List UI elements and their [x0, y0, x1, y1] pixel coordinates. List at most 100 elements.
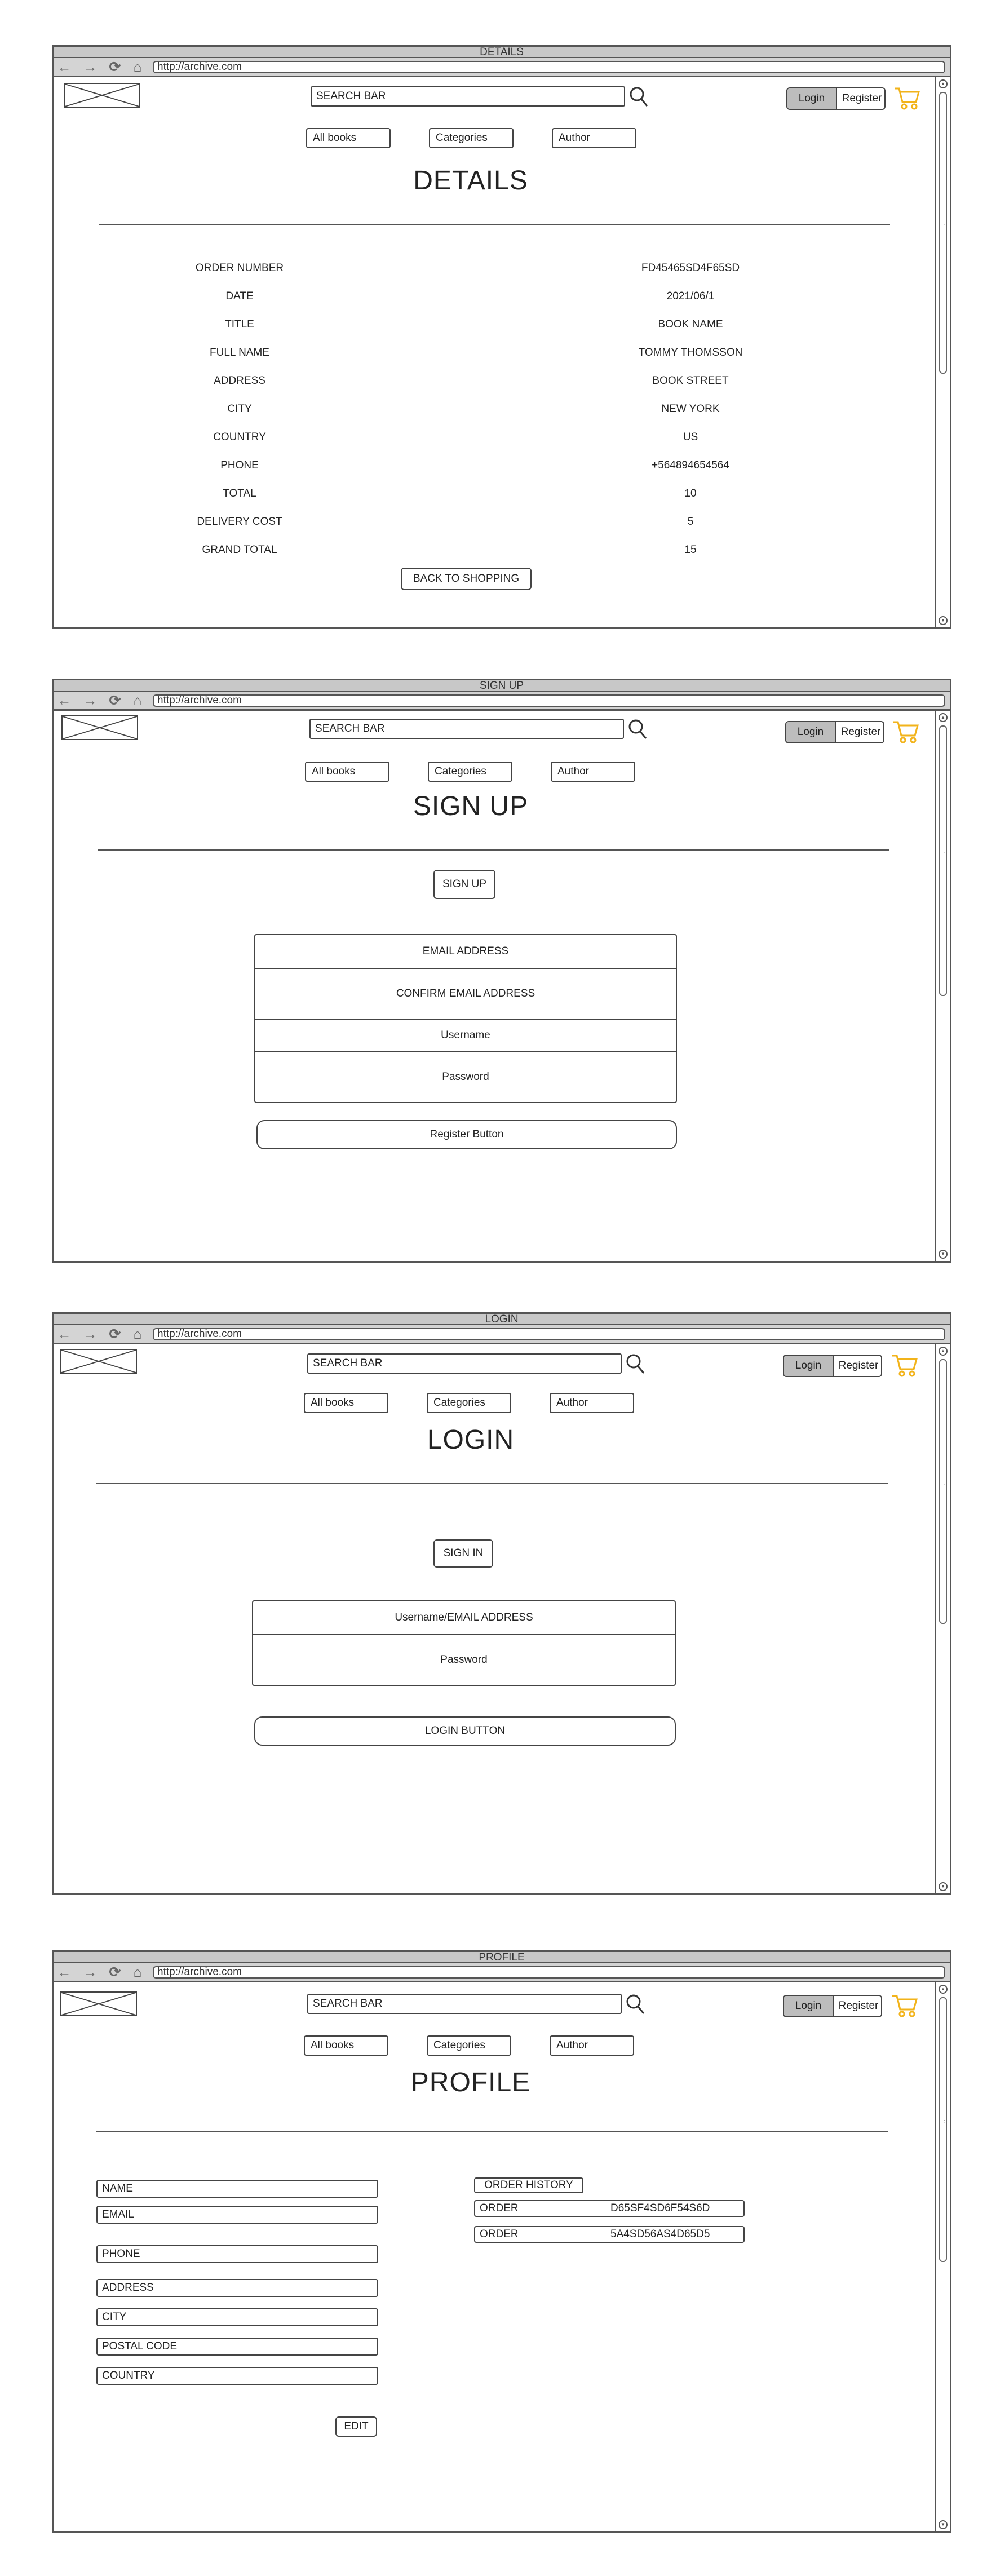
- search-icon[interactable]: [628, 85, 649, 108]
- profile-phone-field[interactable]: PHONE: [96, 2245, 378, 2263]
- cart-icon[interactable]: [891, 1994, 918, 2017]
- divider: [96, 2131, 888, 2132]
- scroll-down-icon[interactable]: ▼: [939, 2520, 948, 2529]
- register-button[interactable]: Register: [834, 1356, 881, 1376]
- cart-icon[interactable]: [893, 86, 920, 110]
- vertical-scrollbar[interactable]: ▲ ⋮ ▼: [935, 711, 950, 1261]
- arrow-left-icon[interactable]: ←: [57, 1327, 72, 1342]
- nav-categories[interactable]: Categories: [429, 128, 514, 148]
- scroll-up-icon[interactable]: ▲: [939, 79, 948, 88]
- vertical-scrollbar[interactable]: ▲ ⋮ ▼: [935, 1344, 950, 1893]
- edit-button[interactable]: EDIT: [335, 2416, 377, 2437]
- search-input[interactable]: SEARCH BAR: [307, 1994, 622, 2014]
- profile-email-field[interactable]: EMAIL: [96, 2206, 378, 2224]
- cart-icon[interactable]: [891, 1353, 918, 1377]
- nav-categories[interactable]: Categories: [428, 762, 512, 782]
- search-icon[interactable]: [625, 1993, 645, 2015]
- search-input[interactable]: SEARCH BAR: [309, 719, 624, 739]
- password-field[interactable]: Password: [254, 1051, 677, 1103]
- reload-icon[interactable]: ⟳: [108, 693, 122, 708]
- search-icon[interactable]: [625, 1352, 645, 1375]
- login-button[interactable]: Login: [784, 1356, 834, 1376]
- url-bar[interactable]: http://archive.com: [153, 61, 945, 73]
- nav-categories[interactable]: Categories: [427, 2035, 511, 2056]
- login-button[interactable]: Login: [786, 722, 836, 742]
- register-button[interactable]: Register: [834, 1996, 881, 2016]
- profile-name-field[interactable]: NAME: [96, 2180, 378, 2198]
- cart-icon[interactable]: [892, 720, 919, 743]
- profile-country-field[interactable]: COUNTRY: [96, 2367, 378, 2385]
- username-field[interactable]: Username: [254, 1019, 677, 1052]
- arrow-left-icon[interactable]: ←: [57, 60, 72, 74]
- register-button[interactable]: Register: [837, 88, 884, 109]
- home-icon[interactable]: ⌂: [130, 60, 145, 74]
- scroll-thumb[interactable]: [939, 92, 947, 374]
- logo-placeholder-icon[interactable]: [60, 1991, 137, 2016]
- search-input[interactable]: SEARCH BAR: [307, 1353, 622, 1374]
- arrow-right-icon[interactable]: →: [83, 1327, 98, 1342]
- arrow-left-icon[interactable]: ←: [57, 1965, 72, 1980]
- home-icon[interactable]: ⌂: [130, 1965, 145, 1980]
- nav-all-books[interactable]: All books: [304, 1393, 388, 1413]
- reload-icon[interactable]: ⟳: [108, 1965, 122, 1980]
- reload-icon[interactable]: ⟳: [108, 60, 122, 74]
- nav-all-books[interactable]: All books: [304, 2035, 388, 2056]
- profile-address-field[interactable]: ADDRESS: [96, 2279, 378, 2297]
- logo-placeholder-icon[interactable]: [61, 715, 138, 740]
- order-history-item[interactable]: ORDER 5A4SD56AS4D65D5: [474, 2226, 745, 2243]
- confirm-email-field[interactable]: CONFIRM EMAIL ADDRESS: [254, 968, 677, 1020]
- nav-all-books[interactable]: All books: [305, 762, 389, 782]
- url-bar[interactable]: http://archive.com: [153, 1966, 945, 1979]
- nav-author[interactable]: Author: [550, 2035, 634, 2056]
- scroll-thumb[interactable]: [939, 725, 947, 996]
- login-button[interactable]: Login: [784, 1996, 834, 2016]
- home-icon[interactable]: ⌂: [130, 693, 145, 708]
- scroll-thumb[interactable]: [939, 1359, 947, 1624]
- vertical-scrollbar[interactable]: ▲ ⋮ ▼: [935, 77, 950, 627]
- register-button[interactable]: Register: [836, 722, 883, 742]
- login-submit-button[interactable]: LOGIN BUTTON: [254, 1716, 676, 1746]
- back-to-shopping-button[interactable]: BACK TO SHOPPING: [401, 568, 532, 590]
- arrow-right-icon[interactable]: →: [83, 60, 98, 74]
- home-icon[interactable]: ⌂: [130, 1327, 145, 1342]
- scroll-down-icon[interactable]: ▼: [939, 1250, 948, 1259]
- scroll-down-icon[interactable]: ▼: [939, 616, 948, 625]
- nav-categories[interactable]: Categories: [427, 1393, 511, 1413]
- url-bar[interactable]: http://archive.com: [153, 694, 945, 707]
- scroll-up-icon[interactable]: ▲: [939, 713, 948, 722]
- scroll-up-icon[interactable]: ▲: [939, 1347, 948, 1356]
- nav-author[interactable]: Author: [552, 128, 636, 148]
- nav-author[interactable]: Author: [550, 1393, 634, 1413]
- arrow-right-icon[interactable]: →: [83, 693, 98, 708]
- login-window: LOGIN ← → ⟳ ⌂ http://archive.com ▲ ⋮ ▼ S…: [52, 1312, 951, 1895]
- signup-tab-button[interactable]: SIGN UP: [433, 870, 495, 899]
- arrow-left-icon[interactable]: ←: [57, 693, 72, 708]
- arrow-right-icon[interactable]: →: [83, 1965, 98, 1980]
- vertical-scrollbar[interactable]: ▲ ⋮ ▼: [935, 1982, 950, 2531]
- nav-all-books[interactable]: All books: [306, 128, 391, 148]
- detail-label: ORDER NUMBER: [195, 262, 284, 274]
- detail-value: 5: [687, 516, 694, 528]
- logo-placeholder-icon[interactable]: [64, 83, 140, 108]
- detail-value: NEW YORK: [661, 403, 720, 415]
- username-email-field[interactable]: Username/EMAIL ADDRESS: [252, 1600, 676, 1635]
- scroll-thumb[interactable]: [939, 1997, 947, 2262]
- email-field[interactable]: EMAIL ADDRESS: [254, 934, 677, 969]
- login-button[interactable]: Login: [787, 88, 837, 109]
- profile-postal-code-field[interactable]: POSTAL CODE: [96, 2338, 378, 2356]
- page-title: SIGN UP: [413, 791, 529, 821]
- reload-icon[interactable]: ⟳: [108, 1327, 122, 1342]
- signin-tab-button[interactable]: SIGN IN: [433, 1539, 493, 1568]
- password-field[interactable]: Password: [252, 1634, 676, 1686]
- nav-author[interactable]: Author: [551, 762, 635, 782]
- register-submit-button[interactable]: Register Button: [256, 1120, 677, 1149]
- scroll-down-icon[interactable]: ▼: [939, 1882, 948, 1891]
- detail-label: TITLE: [225, 318, 254, 330]
- url-bar[interactable]: http://archive.com: [153, 1328, 945, 1340]
- logo-placeholder-icon[interactable]: [60, 1349, 137, 1374]
- scroll-up-icon[interactable]: ▲: [939, 1985, 948, 1994]
- search-icon[interactable]: [627, 718, 648, 740]
- profile-city-field[interactable]: CITY: [96, 2308, 378, 2326]
- search-input[interactable]: SEARCH BAR: [311, 86, 625, 107]
- order-history-item[interactable]: ORDER D65SF4SD6F54S6D: [474, 2200, 745, 2217]
